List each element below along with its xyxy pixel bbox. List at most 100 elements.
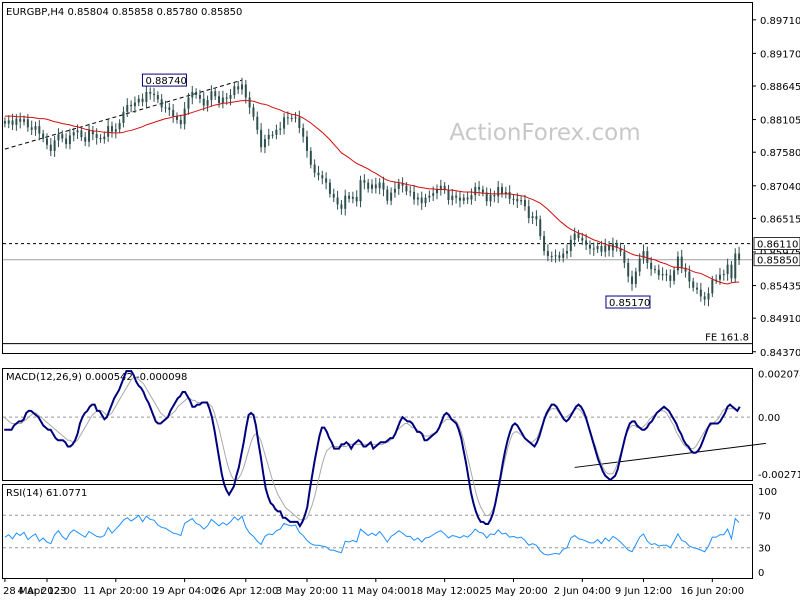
candle-body <box>508 191 511 199</box>
candle-body <box>76 130 79 133</box>
x-tick-label: 2 Jun 04:00 <box>554 586 611 597</box>
rsi-tick-label: 0 <box>758 568 764 579</box>
candle-body <box>424 197 427 204</box>
candle-body <box>390 192 393 201</box>
x-tick-label: 18 May 12:00 <box>410 586 479 597</box>
candle-body <box>137 98 140 103</box>
candle-body <box>84 137 87 142</box>
candle-body <box>462 197 465 201</box>
candle-body <box>481 189 484 193</box>
candle-body <box>179 119 182 125</box>
low-label: 0.85170 <box>609 298 650 309</box>
candle-body <box>344 195 347 209</box>
candle-body <box>95 134 98 138</box>
candle-body <box>497 187 500 197</box>
candle-body <box>439 185 442 189</box>
price-tick-label: 0.86515 <box>760 214 800 225</box>
candle-body <box>26 119 29 128</box>
candle-body <box>305 136 308 151</box>
price-tick-label: 0.84910 <box>760 314 800 325</box>
candle-body <box>233 86 236 96</box>
rsi-panel-header: RSI(14) 61.0771 <box>6 488 87 499</box>
candle-body <box>405 185 408 192</box>
candle-body <box>309 150 312 165</box>
candle-body <box>218 96 221 104</box>
price-tick-label: 0.87040 <box>760 182 800 193</box>
rsi-tick-label: 100 <box>758 487 777 498</box>
candle-body <box>512 198 515 200</box>
candle-body <box>290 118 293 120</box>
candle-body <box>432 193 435 196</box>
candle-body <box>313 164 316 173</box>
candle-body <box>240 84 243 90</box>
candle-body <box>527 206 530 219</box>
candle-body <box>627 262 630 277</box>
candle-body <box>420 197 423 204</box>
candle-body <box>149 91 152 94</box>
candle-body <box>348 195 351 199</box>
candle-body <box>638 258 641 272</box>
candle-body <box>325 178 328 183</box>
candle-body <box>183 108 186 125</box>
macd-tick-label: -0.002716 <box>758 470 800 481</box>
candle-body <box>275 129 278 135</box>
price-tick-label: 0.88105 <box>760 116 800 127</box>
x-tick-label: 11 Apr 20:00 <box>83 586 148 597</box>
y-axis-labels: 0.89710 0.89170 0.88645 0.88105 0.87580 0.870… <box>752 16 800 579</box>
candle-body <box>458 197 461 201</box>
candle-body <box>210 91 213 100</box>
candle-body <box>466 197 469 200</box>
candle-body <box>558 255 561 258</box>
candle-body <box>692 281 695 288</box>
candle-body <box>15 118 18 125</box>
candle-body <box>363 180 366 183</box>
candle-body <box>416 197 419 200</box>
candle-body <box>566 251 569 254</box>
candle-body <box>114 129 117 132</box>
candle-body <box>676 256 679 271</box>
candle-body <box>455 195 458 198</box>
candle-body <box>187 97 190 109</box>
candle-body <box>229 95 232 99</box>
candle-body <box>133 102 136 107</box>
candle-body <box>592 248 595 250</box>
candle-body <box>707 293 710 300</box>
candle-body <box>523 200 526 207</box>
candle-body <box>367 182 370 189</box>
candle-body <box>172 109 175 117</box>
candle-body <box>355 196 358 202</box>
candle-body <box>23 119 26 122</box>
candle-body <box>7 120 10 124</box>
candle-body <box>588 244 591 249</box>
candle-body <box>45 138 48 145</box>
candle-body <box>478 187 481 190</box>
x-tick-label: 19 Apr 04:00 <box>152 586 217 597</box>
candle-body <box>225 97 228 99</box>
candle-body <box>608 245 611 251</box>
candle-body <box>122 111 125 123</box>
candle-body <box>646 251 649 263</box>
candle-body <box>110 126 113 132</box>
candle-body <box>501 187 504 194</box>
candle-body <box>141 98 144 102</box>
candle-body <box>520 200 523 202</box>
candle-body <box>451 195 454 201</box>
candle-body <box>428 195 431 198</box>
macd-tick-label: 0.00 <box>758 413 780 424</box>
candle-body <box>543 236 546 252</box>
candle-body <box>703 296 706 300</box>
candle-body <box>596 246 599 250</box>
candle-body <box>413 191 416 200</box>
candle-body <box>107 126 110 137</box>
candle-body <box>539 219 542 237</box>
candle-body <box>535 216 538 220</box>
candle-body <box>474 187 477 196</box>
candle-body <box>191 91 194 98</box>
candle-body <box>256 116 259 130</box>
candle-body <box>393 188 396 193</box>
rsi-tick-label: 70 <box>758 511 771 522</box>
candle-body <box>80 130 83 138</box>
candle-body <box>244 84 247 98</box>
candle-body <box>206 99 209 106</box>
candle-body <box>661 274 664 276</box>
